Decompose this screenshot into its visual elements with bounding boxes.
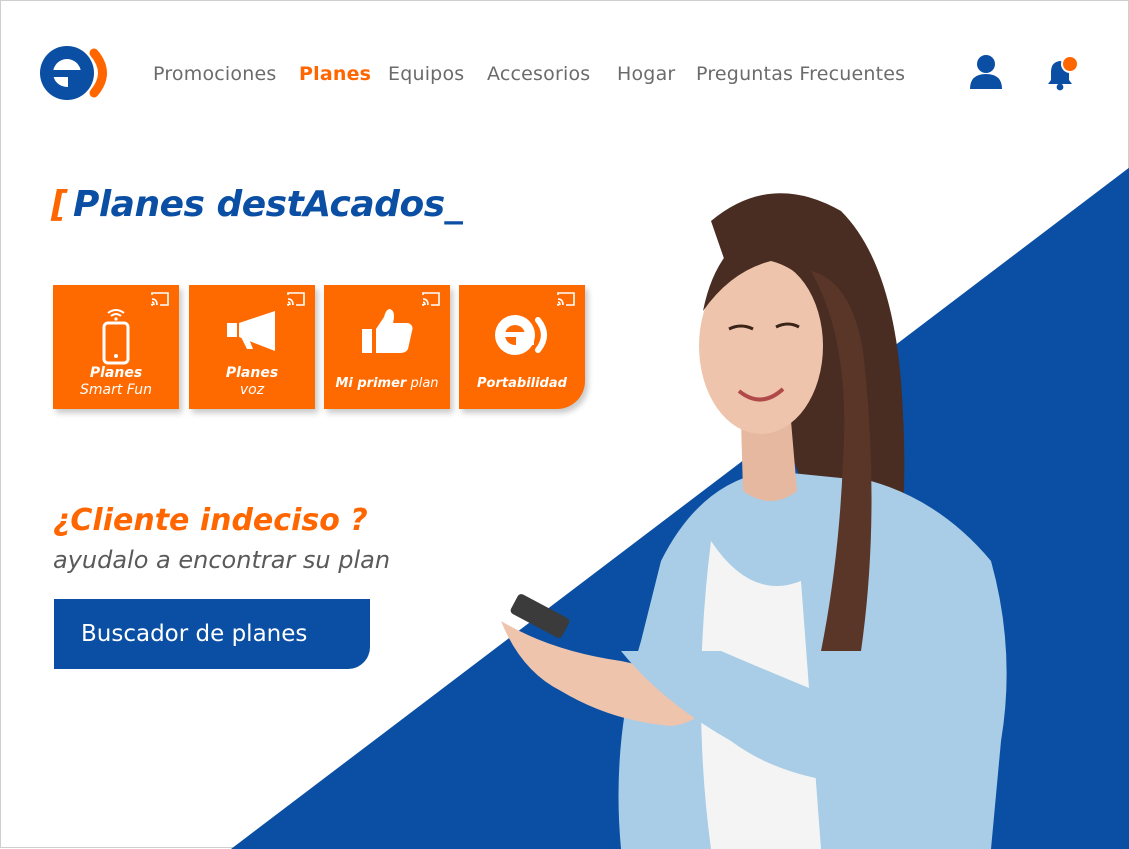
promo-title: ¿Cliente indeciso ? [53, 503, 368, 538]
card-title: Mi primer plan [324, 376, 450, 391]
notifications-button[interactable] [1041, 53, 1081, 93]
card-title-light: plan [406, 376, 439, 391]
promo-subtitle: ayudalo a encontrar su plan [53, 546, 391, 574]
card-planes-smart-fun[interactable]: Planes Smart Fun [53, 285, 179, 409]
title-text: Planes destAcados_ [72, 184, 463, 225]
title-bracket: [ [51, 184, 67, 225]
nav-item-planes[interactable]: Planes [299, 63, 371, 85]
nav-item-preguntas-frecuentes[interactable]: Preguntas Frecuentes [696, 63, 905, 85]
card-mi-primer-plan[interactable]: Mi primer plan [324, 285, 450, 409]
user-icon [970, 55, 1002, 89]
nav-item-promociones[interactable]: Promociones [153, 63, 276, 85]
card-planes-voz[interactable]: Planes voz [189, 285, 315, 409]
user-button[interactable] [967, 53, 1005, 91]
card-title: Planes [225, 365, 279, 381]
nav-item-equipos[interactable]: Equipos [388, 63, 464, 85]
hero-woman-with-phone-image [501, 193, 1007, 849]
nav-item-accesorios[interactable]: Accesorios [487, 63, 590, 85]
smartphone-icon [102, 309, 130, 365]
bell-icon [1048, 55, 1079, 91]
megaphone-icon [227, 311, 275, 351]
plan-search-button[interactable]: Buscador de planes [54, 599, 370, 669]
section-title: [Planes destAcados_ [51, 184, 463, 225]
card-title: Planes [89, 365, 143, 381]
nav-item-hogar[interactable]: Hogar [617, 63, 675, 85]
thumbs-up-icon [362, 309, 413, 353]
entel-logo[interactable] [37, 43, 113, 103]
card-title-bold: Mi primer [335, 376, 407, 391]
card-subtitle: Smart Fun [79, 382, 153, 398]
card-subtitle: voz [239, 382, 265, 398]
